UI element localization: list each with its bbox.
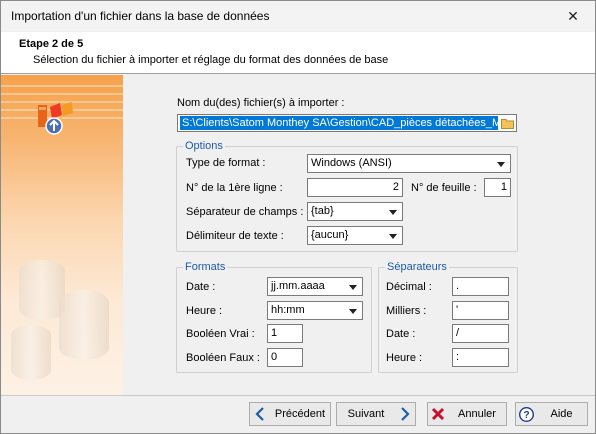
field-separator-select[interactable]: {tab} [307,202,403,221]
svg-text:?: ? [523,410,529,421]
bool-false-input[interactable]: 0 [267,348,303,367]
date-format-select[interactable]: jj.mm.aaaa [267,277,363,296]
bool-false-label: Booléen Faux : [186,352,260,364]
chevron-down-icon [349,309,357,314]
field-separator-label: Séparateur de champs : [186,206,304,218]
first-line-input[interactable]: 2 [307,178,403,197]
help-button[interactable]: ? Aide [515,402,588,426]
cancel-x-icon [428,407,448,421]
close-icon: ✕ [567,7,579,24]
step-description: Sélection du fichier à importer et régla… [33,54,389,66]
next-button[interactable]: Suivant [336,402,416,426]
field-separator-value: {tab} [311,205,334,217]
time-format-value: hh:mm [271,304,305,316]
format-type-select[interactable]: Windows (ANSI) [307,154,511,173]
date-format-label: Date : [186,281,216,293]
options-group-title: Options [183,140,225,152]
bool-true-input[interactable]: 1 [267,324,303,343]
decimal-sep-input[interactable]: . [452,277,509,296]
chevron-down-icon [389,234,397,239]
chevron-left-icon [250,407,270,421]
help-icon: ? [516,406,536,422]
format-type-label: Type de format : [186,157,266,169]
text-delimiter-label: Délimiteur de texte : [186,230,284,242]
wizard-side-banner [1,75,123,395]
sheet-input[interactable]: 1 [484,178,511,197]
file-path-value: S:\Clients\Satom Monthey SA\Gestion\CAD_… [180,116,498,130]
database-import-logo-icon [38,102,73,135]
chevron-down-icon [497,162,505,167]
title-bar: Importation d'un fichier dans la base de… [1,1,595,31]
chevron-down-icon [389,210,397,215]
file-path-input[interactable]: S:\Clients\Satom Monthey SA\Gestion\CAD_… [177,114,517,132]
first-line-label: N° de la 1ère ligne : [186,182,283,194]
cancel-button-label: Annuler [458,408,496,420]
chevron-down-icon [349,285,357,290]
thousands-sep-input[interactable]: ' [452,301,509,320]
separators-group-title: Séparateurs [385,261,449,273]
folder-icon [501,118,514,129]
date-sep-label: Date : [386,328,416,340]
file-label: Nom du(des) fichier(s) à importer : [177,97,345,109]
date-format-value: jj.mm.aaaa [271,280,325,292]
import-wizard-window: Importation d'un fichier dans la base de… [0,0,596,434]
browse-folder-button[interactable] [500,116,515,130]
bool-true-label: Booléen Vrai : [186,328,255,340]
time-sep-input[interactable]: : [452,348,509,367]
formats-group-title: Formats [183,261,228,273]
wizard-header: Etape 2 de 5 Sélection du fichier à impo… [1,32,595,74]
chevron-right-icon [395,407,415,421]
time-format-label: Heure : [186,305,223,317]
thousands-sep-label: Milliers : [386,305,427,317]
close-button[interactable]: ✕ [551,1,595,31]
next-button-label: Suivant [347,408,385,420]
previous-button[interactable]: Précédent [249,402,331,426]
decimal-sep-label: Décimal : [386,281,432,293]
previous-button-label: Précédent [274,408,326,420]
format-type-value: Windows (ANSI) [311,157,392,169]
time-sep-label: Heure : [386,352,423,364]
footer-divider [1,395,595,396]
text-delimiter-value: {aucun} [311,229,349,241]
text-delimiter-select[interactable]: {aucun} [307,226,403,245]
cancel-button[interactable]: Annuler [427,402,507,426]
sheet-label: N° de feuille : [411,182,477,194]
window-title: Importation d'un fichier dans la base de… [11,9,270,23]
date-sep-input[interactable]: / [452,324,509,343]
time-format-select[interactable]: hh:mm [267,301,363,320]
help-button-label: Aide [550,408,573,420]
step-title: Etape 2 de 5 [19,38,84,50]
